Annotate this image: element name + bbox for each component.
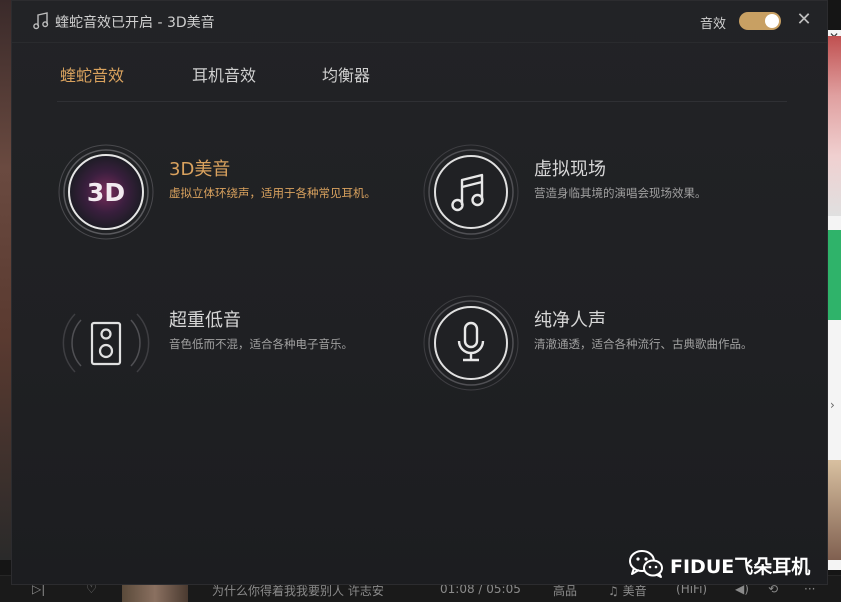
tab-headphone-effects[interactable]: 耳机音效 bbox=[192, 62, 256, 86]
effect-name: 纯净人声 bbox=[534, 310, 606, 331]
svg-text:3D: 3D bbox=[87, 178, 125, 207]
sound-effect-toggle[interactable] bbox=[739, 12, 781, 30]
background-green-block bbox=[828, 230, 841, 320]
watermark-text: FIDUE飞朵耳机 bbox=[670, 556, 811, 578]
tab-viper-effects[interactable]: 蝰蛇音效 bbox=[60, 62, 124, 86]
dialog-titlebar: 蝰蛇音效已开启 - 3D美音 音效 ✕ bbox=[12, 1, 827, 43]
dialog-title: 蝰蛇音效已开启 - 3D美音 bbox=[55, 15, 215, 31]
effect-pure-vocal[interactable]: 纯净人声 清澈通透，适合各种流行、古典歌曲作品。 bbox=[422, 294, 762, 394]
microphone-icon bbox=[423, 295, 519, 391]
wechat-icon bbox=[629, 550, 663, 578]
effect-3d-surround[interactable]: 3D 3D美音 虚拟立体环绕声，适用于各种常见耳机。 bbox=[57, 143, 397, 243]
tab-equalizer[interactable]: 均衡器 bbox=[322, 62, 370, 86]
sound-effect-dialog: 蝰蛇音效已开启 - 3D美音 音效 ✕ 蝰蛇音效 耳机音效 均衡器 3D 3D美 bbox=[11, 0, 828, 585]
chevron-right-icon[interactable]: › bbox=[830, 398, 835, 412]
effect-tabs: 蝰蛇音效 耳机音效 均衡器 bbox=[57, 59, 787, 102]
close-icon[interactable]: ✕ bbox=[795, 10, 813, 30]
3d-icon: 3D bbox=[58, 144, 154, 240]
background-sidebar-right: ✕ › bbox=[828, 30, 841, 570]
effect-description: 虚拟立体环绕声，适用于各种常见耳机。 bbox=[169, 186, 376, 200]
background-image bbox=[828, 460, 841, 560]
speaker-icon bbox=[62, 313, 150, 373]
music-note-icon bbox=[33, 12, 49, 30]
effect-virtual-live[interactable]: 虚拟现场 营造身临其境的演唱会现场效果。 bbox=[422, 143, 762, 243]
effect-name: 超重低音 bbox=[169, 310, 241, 331]
effect-description: 音色低而不混，适合各种电子音乐。 bbox=[169, 337, 353, 351]
sound-effect-toggle-label: 音效 bbox=[700, 17, 727, 32]
background-image bbox=[828, 36, 841, 216]
effect-name: 3D美音 bbox=[169, 159, 231, 180]
effect-name: 虚拟现场 bbox=[534, 159, 606, 180]
effect-super-bass[interactable]: 超重低音 音色低而不混，适合各种电子音乐。 bbox=[57, 294, 397, 394]
toggle-knob bbox=[765, 14, 779, 28]
effect-indicator-label: 美音 bbox=[622, 584, 647, 598]
effect-description: 营造身临其境的演唱会现场效果。 bbox=[534, 186, 707, 200]
effect-description: 清澈通透，适合各种流行、古典歌曲作品。 bbox=[534, 337, 753, 351]
music-note-icon bbox=[423, 144, 519, 240]
